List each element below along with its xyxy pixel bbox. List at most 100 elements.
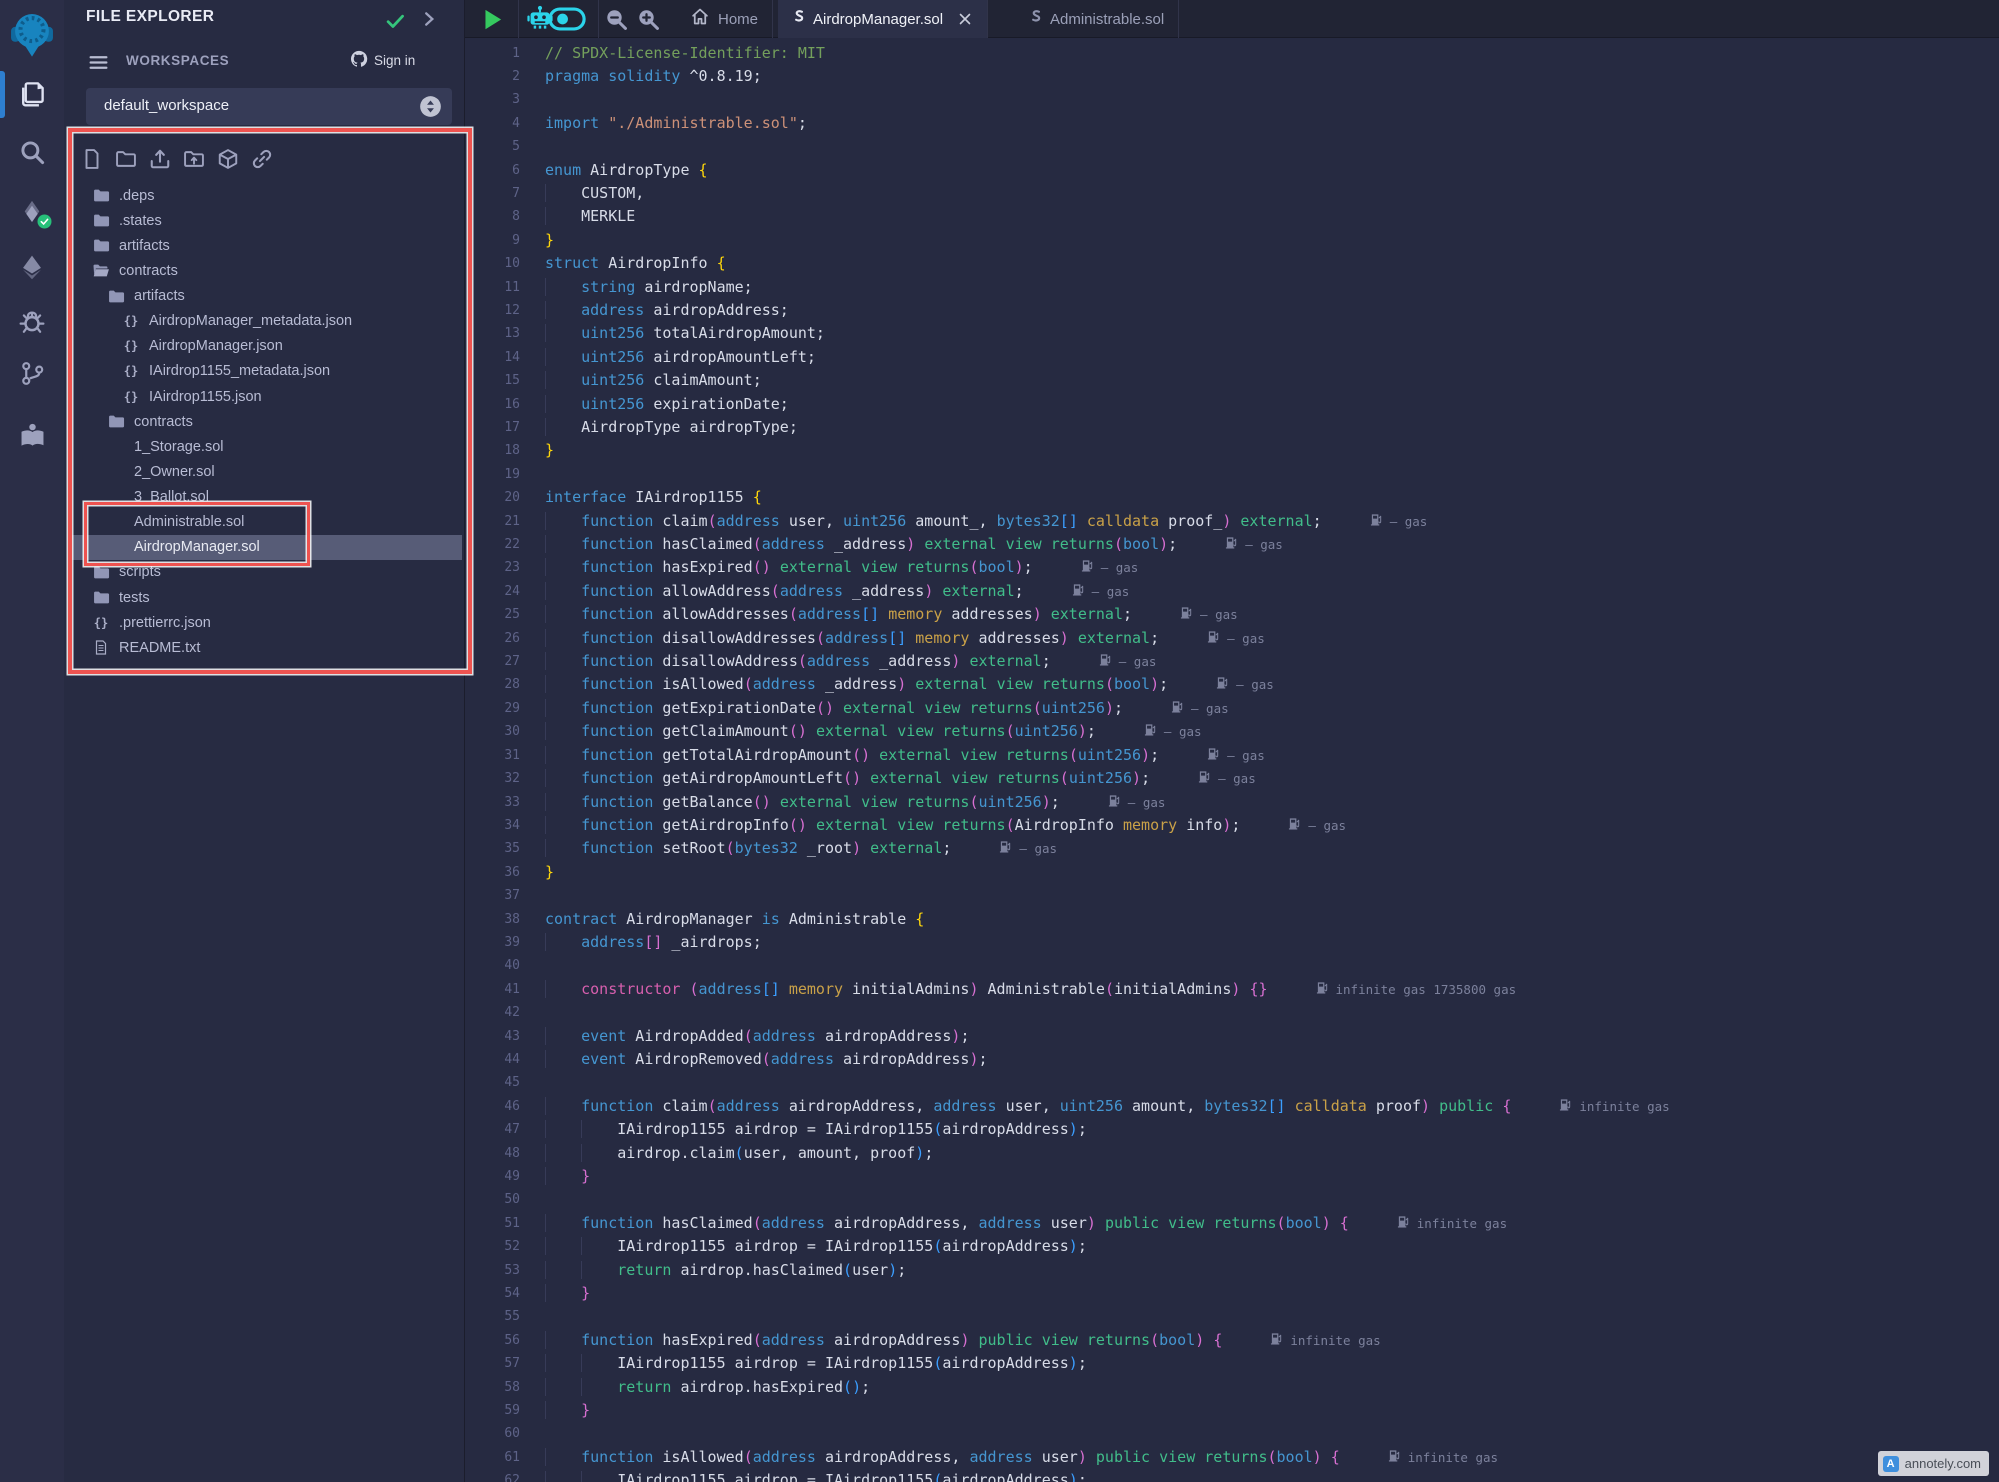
code-line-2: 2pragma solidity ^0.8.19; (465, 65, 1845, 88)
file-toolbar (64, 148, 465, 174)
line-number: 53 (465, 1259, 520, 1282)
code-line-50: 50 (465, 1188, 1845, 1211)
tree-item--prettierrc-json[interactable]: {}.prettierrc.json (68, 610, 462, 635)
tree-item-contracts[interactable]: contracts (68, 409, 462, 434)
cube-icon[interactable] (217, 148, 239, 175)
code-line-34: 34 function getAirdropInfo() external vi… (465, 814, 1845, 837)
tree-item-clipped[interactable] (68, 660, 462, 685)
zoom-out-button[interactable] (604, 0, 628, 38)
tree-item--deps[interactable]: .deps (68, 183, 462, 208)
line-number: 33 (465, 791, 520, 814)
tree-item-contracts[interactable]: contracts (68, 258, 462, 283)
tree-item-3-ballot-sol[interactable]: 3_Ballot.sol (68, 485, 462, 510)
folder-icon (92, 188, 110, 203)
panel-title: FILE EXPLORER (86, 8, 214, 26)
code-line-1: 1// SPDX-License-Identifier: MIT (465, 42, 1845, 65)
tree-item-readme-txt[interactable]: README.txt (68, 635, 462, 660)
file-explorer-icon[interactable] (0, 80, 64, 107)
line-number: 26 (465, 627, 520, 650)
doc-icon (92, 640, 110, 655)
line-number: 49 (465, 1165, 520, 1188)
tree-item-label: Administrable.sol (134, 514, 244, 530)
line-number: 19 (465, 463, 520, 486)
line-number: 25 (465, 603, 520, 626)
new-folder-icon[interactable] (115, 148, 137, 175)
gas-estimate: – gas (999, 837, 1057, 860)
search-icon[interactable] (0, 139, 64, 165)
deploy-run-icon[interactable] (0, 254, 64, 280)
gas-pump-icon (1316, 978, 1329, 1001)
tree-item-iairdrop1155-metadata-json[interactable]: {}IAirdrop1155_metadata.json (68, 359, 462, 384)
json-icon: {} (122, 314, 140, 328)
tree-item-airdropmanager-json[interactable]: {}AirdropManager.json (68, 334, 462, 359)
zoom-in-button[interactable] (636, 0, 660, 38)
tree-item-administrable-sol[interactable]: Administrable.sol (68, 510, 462, 535)
upload-file-icon[interactable] (149, 148, 171, 175)
code-line-27: 27 function disallowAddress(address _add… (465, 650, 1845, 673)
code-line-4: 4import "./Administrable.sol"; (465, 112, 1845, 135)
chevron-right-icon[interactable] (420, 10, 438, 33)
tree-item-airdropmanager-sol[interactable]: AirdropManager.sol (68, 535, 462, 560)
hamburger-menu-icon[interactable] (88, 52, 109, 78)
line-number: 59 (465, 1399, 520, 1422)
tree-item-iairdrop1155-json[interactable]: {}IAirdrop1155.json (68, 384, 462, 409)
folder-icon (92, 590, 110, 605)
code-line-31: 31 function getTotalAirdropAmount() exte… (465, 744, 1845, 767)
line-number: 28 (465, 673, 520, 696)
code-line-30: 30 function getClaimAmount() external vi… (465, 720, 1845, 743)
tab-airdropmanager-sol[interactable]: AirdropManager.sol (778, 0, 988, 38)
tree-item-tests[interactable]: tests (68, 585, 462, 610)
line-number: 8 (465, 205, 520, 228)
tab-administrable-sol[interactable]: Administrable.sol (1015, 0, 1179, 38)
sign-in-button[interactable]: Sign in (350, 50, 415, 71)
workspace-select[interactable]: default_workspace (86, 88, 452, 125)
sol-icon (792, 10, 805, 29)
remix-logo[interactable] (0, 12, 64, 58)
tree-item-label: IAirdrop1155.json (149, 389, 262, 405)
run-script-button[interactable] (480, 0, 505, 38)
gas-pump-icon (1370, 510, 1383, 533)
upload-folder-icon[interactable] (183, 148, 205, 175)
git-icon[interactable] (0, 361, 64, 386)
tree-item--states[interactable]: .states (68, 208, 462, 233)
tree-item-artifacts[interactable]: artifacts (68, 284, 462, 309)
code-line-22: 22 function hasClaimed(address _address)… (465, 533, 1845, 556)
gas-estimate: – gas (1171, 697, 1229, 720)
learneth-icon[interactable] (0, 422, 64, 449)
gas-pump-icon (1108, 791, 1121, 814)
code-line-13: 13 uint256 totalAirdropAmount; (465, 322, 1845, 345)
tree-item-label: .deps (119, 188, 154, 204)
toolbar-separator (518, 0, 519, 38)
line-number: 11 (465, 276, 520, 299)
link-icon[interactable] (251, 148, 273, 175)
gas-estimate: – gas (1370, 510, 1428, 533)
tree-item-2-owner-sol[interactable]: 2_Owner.sol (68, 459, 462, 484)
ai-toggle[interactable] (548, 0, 586, 38)
tree-item-airdropmanager-metadata-json[interactable]: {}AirdropManager_metadata.json (68, 309, 462, 334)
new-file-icon[interactable] (81, 148, 103, 175)
tree-item-label: artifacts (134, 288, 185, 304)
line-number: 39 (465, 931, 520, 954)
tab-home[interactable]: Home (676, 0, 773, 38)
tab-label: Home (718, 11, 758, 28)
solidity-compiler-icon[interactable] (0, 200, 64, 226)
code-line-26: 26 function disallowAddresses(address[] … (465, 627, 1845, 650)
tree-item-label: contracts (119, 263, 178, 279)
annotely-text: annotely.com (1905, 1456, 1981, 1471)
file-explorer-panel: FILE EXPLORER WORKSPACES Sign in default… (64, 0, 465, 1482)
close-icon[interactable] (957, 11, 973, 27)
line-number: 14 (465, 346, 520, 369)
tree-item-artifacts[interactable]: artifacts (68, 233, 462, 258)
tree-item-scripts[interactable]: scripts (68, 560, 462, 585)
code-line-58: 58 return airdrop.hasExpired(); (465, 1376, 1845, 1399)
debugger-icon[interactable] (0, 309, 64, 335)
tree-item-label: .states (119, 213, 162, 229)
line-number: 37 (465, 884, 520, 907)
folder-icon (107, 289, 125, 304)
code-line-48: 48 airdrop.claim(user, amount, proof); (465, 1142, 1845, 1165)
code-line-51: 51 function hasClaimed(address airdropAd… (465, 1212, 1845, 1235)
code-editor[interactable]: 1// SPDX-License-Identifier: MIT2pragma … (465, 38, 1845, 1482)
code-line-16: 16 uint256 expirationDate; (465, 393, 1845, 416)
tree-item-1-storage-sol[interactable]: 1_Storage.sol (68, 434, 462, 459)
code-line-21: 21 function claim(address user, uint256 … (465, 510, 1845, 533)
